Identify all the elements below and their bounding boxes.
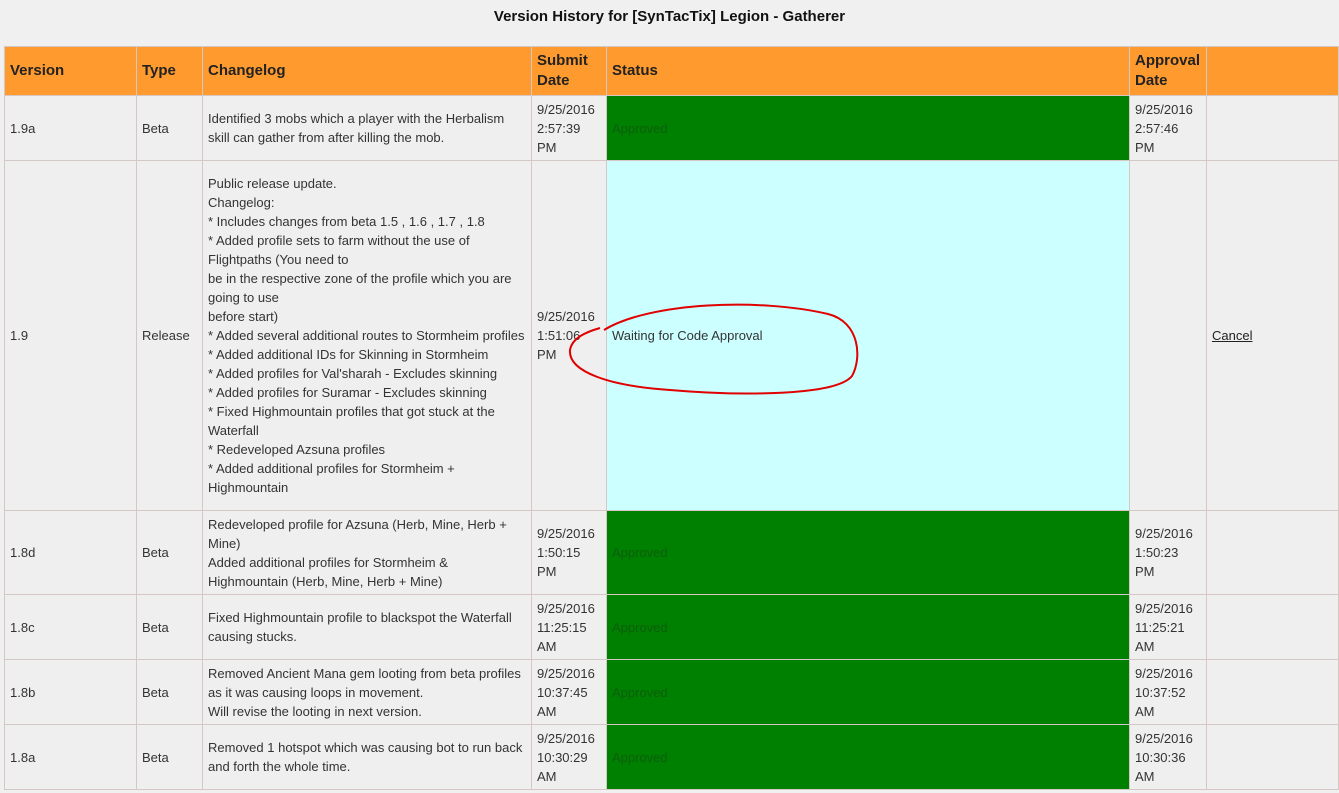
type-cell: Beta xyxy=(136,510,203,595)
type-cell: Beta xyxy=(136,594,203,660)
changelog-cell: Redeveloped profile for Azsuna (Herb, Mi… xyxy=(202,510,532,595)
header-row: Version Type Changelog Submit Date Statu… xyxy=(4,46,1339,96)
header-type: Type xyxy=(136,46,203,96)
changelog-cell: Identified 3 mobs which a player with th… xyxy=(202,95,532,161)
version-cell: 1.9a xyxy=(4,95,137,161)
header-changelog: Changelog xyxy=(202,46,532,96)
table-row: 1.8d Beta Redeveloped profile for Azsuna… xyxy=(4,510,1339,595)
status-cell: Approved xyxy=(606,95,1130,161)
status-cell: Approved xyxy=(606,510,1130,595)
approval-date-cell: 9/25/2016 2:57:46 PM xyxy=(1129,95,1207,161)
header-submit-date: Submit Date xyxy=(531,46,607,96)
changelog-cell: Public release update. Changelog: * Incl… xyxy=(202,160,532,511)
type-cell: Beta xyxy=(136,659,203,725)
approval-date-cell: 9/25/2016 11:25:21 AM xyxy=(1129,594,1207,660)
type-cell: Release xyxy=(136,160,203,511)
approval-date-cell xyxy=(1129,160,1207,511)
submit-date-cell: 9/25/2016 2:57:39 PM xyxy=(531,95,607,161)
status-cell: Waiting for Code Approval xyxy=(606,160,1130,511)
approval-date-cell: 9/25/2016 10:37:52 AM xyxy=(1129,659,1207,725)
page-title: Version History for [SynTacTix] Legion -… xyxy=(493,8,846,25)
type-cell: Beta xyxy=(136,95,203,161)
action-cell xyxy=(1206,95,1339,161)
action-cell xyxy=(1206,510,1339,595)
version-cell: 1.9 xyxy=(4,160,137,511)
changelog-cell: Fixed Highmountain profile to blackspot … xyxy=(202,594,532,660)
submit-date-cell: 9/25/2016 10:30:29 AM xyxy=(531,724,607,790)
table-row: 1.8a Beta Removed 1 hotspot which was ca… xyxy=(4,724,1339,790)
version-cell: 1.8c xyxy=(4,594,137,660)
action-cell: Cancel xyxy=(1206,160,1339,511)
submit-date-cell: 9/25/2016 1:50:15 PM xyxy=(531,510,607,595)
header-approval-date: Approval Date xyxy=(1129,46,1207,96)
version-cell: 1.8b xyxy=(4,659,137,725)
status-cell: Approved xyxy=(606,724,1130,790)
status-cell: Approved xyxy=(606,659,1130,725)
cancel-link[interactable]: Cancel xyxy=(1212,328,1252,343)
action-cell xyxy=(1206,659,1339,725)
version-cell: 1.8d xyxy=(4,510,137,595)
status-cell: Approved xyxy=(606,594,1130,660)
version-history-table: Version Type Changelog Submit Date Statu… xyxy=(4,46,1339,790)
table-row: 1.8b Beta Removed Ancient Mana gem looti… xyxy=(4,659,1339,725)
action-cell xyxy=(1206,594,1339,660)
type-cell: Beta xyxy=(136,724,203,790)
table-row: 1.9 Release Public release update. Chang… xyxy=(4,160,1339,511)
approval-date-cell: 9/25/2016 1:50:23 PM xyxy=(1129,510,1207,595)
version-cell: 1.8a xyxy=(4,724,137,790)
submit-date-cell: 9/25/2016 10:37:45 AM xyxy=(531,659,607,725)
changelog-cell: Removed Ancient Mana gem looting from be… xyxy=(202,659,532,725)
header-status: Status xyxy=(606,46,1130,96)
submit-date-cell: 9/25/2016 1:51:06 PM xyxy=(531,160,607,511)
header-version: Version xyxy=(4,46,137,96)
approval-date-cell: 9/25/2016 10:30:36 AM xyxy=(1129,724,1207,790)
changelog-cell: Removed 1 hotspot which was causing bot … xyxy=(202,724,532,790)
submit-date-cell: 9/25/2016 11:25:15 AM xyxy=(531,594,607,660)
header-action xyxy=(1206,46,1339,96)
action-cell xyxy=(1206,724,1339,790)
table-row: 1.9a Beta Identified 3 mobs which a play… xyxy=(4,95,1339,161)
table-row: 1.8c Beta Fixed Highmountain profile to … xyxy=(4,594,1339,660)
